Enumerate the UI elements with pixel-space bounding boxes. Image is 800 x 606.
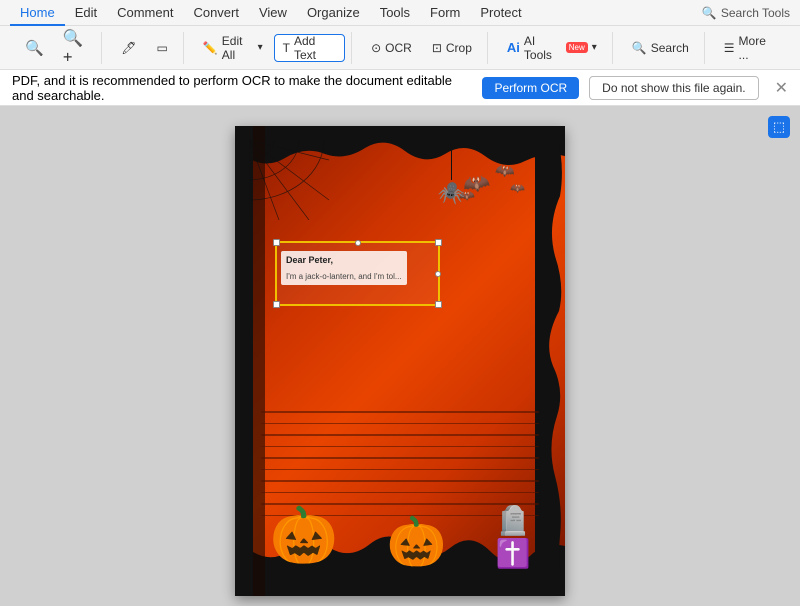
notification-text: PDF, and it is recommended to perform OC… xyxy=(12,73,472,103)
ai-tools-button[interactable]: Ai AI Tools New ▾ xyxy=(498,34,606,62)
doc-line-2 xyxy=(261,423,539,425)
handle-tl[interactable] xyxy=(273,239,280,246)
menu-item-comment[interactable]: Comment xyxy=(107,0,183,26)
more-group: ☰ More ... xyxy=(709,32,790,64)
annotation-group: 🖊 ▭ xyxy=(106,32,184,64)
doc-line-6 xyxy=(261,469,539,471)
menu-item-tools[interactable]: Tools xyxy=(370,0,420,26)
document-text-area[interactable]: Dear Peter, I'm a jack-o-lantern, and I'… xyxy=(281,251,407,285)
more-icon: ☰ xyxy=(724,41,735,55)
zoom-out-button[interactable]: 🔍 xyxy=(16,34,53,62)
search-tools-icon: 🔍 xyxy=(702,6,717,20)
grave-area: 🪦 ✝️ xyxy=(496,504,531,570)
zoom-out-icon: 🔍 xyxy=(25,39,44,57)
handle-tr[interactable] xyxy=(435,239,442,246)
doc-line-8 xyxy=(261,492,539,494)
main-content: ⬚ xyxy=(0,106,800,606)
doc-line-4 xyxy=(261,446,539,448)
doc-line-7 xyxy=(261,480,539,482)
ocr-icon: ⊙ xyxy=(371,41,381,55)
document-view: 🦇 🦇 🦇 🦇 🕷️ Dear Peter, I'm a jack-o-lant… xyxy=(235,126,565,596)
new-badge: New xyxy=(566,42,588,53)
crop-icon: ⊡ xyxy=(432,41,442,55)
cross-icon: ✝️ xyxy=(496,537,531,570)
text-line1: Dear Peter, xyxy=(286,254,402,267)
ai-tools-label: AI Tools xyxy=(524,34,560,62)
handle-tc[interactable] xyxy=(355,240,361,246)
doc-line-5 xyxy=(261,457,539,459)
ocr-button[interactable]: ⊙ OCR xyxy=(362,34,421,62)
menu-item-edit[interactable]: Edit xyxy=(65,0,107,26)
search-group: 🔍 Search xyxy=(617,32,705,64)
add-text-label: Add Text xyxy=(294,34,336,62)
add-text-button[interactable]: T Add Text xyxy=(274,34,345,62)
ai-icon: Ai xyxy=(507,40,520,55)
doc-line-1 xyxy=(261,411,539,413)
more-button[interactable]: ☰ More ... xyxy=(715,34,784,62)
ocr-group: ⊙ OCR ⊡ Crop xyxy=(356,32,488,64)
handle-rc[interactable] xyxy=(435,271,441,277)
notification-bar: PDF, and it is recommended to perform OC… xyxy=(0,70,800,106)
menu-item-convert[interactable]: Convert xyxy=(183,0,249,26)
search-label: Search xyxy=(651,41,689,55)
rect-icon: ▭ xyxy=(157,41,168,55)
panel-toggle-button[interactable]: ⬚ xyxy=(768,116,790,138)
notification-close-button[interactable]: ✕ xyxy=(775,78,788,98)
edit-icon: ✏️ xyxy=(203,41,218,55)
rect-button[interactable]: ▭ xyxy=(148,34,177,62)
search-tools-area[interactable]: 🔍 Search Tools xyxy=(702,6,790,20)
search-button[interactable]: 🔍 Search xyxy=(623,34,698,62)
grave-icon: 🪦 xyxy=(496,504,531,537)
menu-bar: Home Edit Comment Convert View Organize … xyxy=(0,0,800,26)
menu-item-form[interactable]: Form xyxy=(420,0,470,26)
edit-all-button[interactable]: ✏️ Edit All ▾ xyxy=(194,34,272,62)
toolbar: 🔍 🔍+ 🖊 ▭ ✏️ Edit All ▾ T Add Text ⊙ OCR … xyxy=(0,26,800,70)
more-label: More ... xyxy=(739,34,775,62)
search-tools-label: Search Tools xyxy=(721,6,790,20)
zoom-in-button[interactable]: 🔍+ xyxy=(55,34,96,62)
zoom-group: 🔍 🔍+ xyxy=(10,32,102,64)
handle-bl[interactable] xyxy=(273,301,280,308)
spider-decoration: 🕷️ xyxy=(438,140,465,206)
pumpkin-left: 🎃 xyxy=(269,503,337,568)
dont-show-button[interactable]: Do not show this file again. xyxy=(589,76,758,100)
document-lines xyxy=(261,411,539,516)
doc-line-3 xyxy=(261,434,539,436)
crop-button[interactable]: ⊡ Crop xyxy=(423,34,481,62)
text-line2: I'm a jack-o-lantern, and I'm tol... xyxy=(286,271,402,282)
perform-ocr-button[interactable]: Perform OCR xyxy=(482,77,579,99)
menu-item-view[interactable]: View xyxy=(249,0,297,26)
spider-body-icon: 🕷️ xyxy=(438,180,465,206)
search-icon: 🔍 xyxy=(632,41,647,55)
spiderweb-decoration xyxy=(249,140,339,220)
highlight-button[interactable]: 🖊 xyxy=(112,34,145,62)
zoom-in-icon: 🔍+ xyxy=(63,28,88,67)
spider-thread xyxy=(451,140,452,180)
menu-item-home[interactable]: Home xyxy=(10,0,65,26)
edit-dropdown-icon: ▾ xyxy=(258,42,263,53)
handle-br[interactable] xyxy=(435,301,442,308)
ocr-label: OCR xyxy=(385,41,412,55)
pumpkins-decoration: 🎃 🎃 🪦 ✝️ xyxy=(235,503,565,582)
add-text-icon: T xyxy=(283,41,290,55)
highlight-icon: 🖊 xyxy=(121,41,136,55)
ai-group: Ai AI Tools New ▾ xyxy=(492,32,613,64)
pumpkin-center: 🎃 xyxy=(387,513,447,570)
ai-dropdown-icon: ▾ xyxy=(592,42,597,53)
menu-item-organize[interactable]: Organize xyxy=(297,0,370,26)
edit-all-label: Edit All xyxy=(222,34,254,62)
edit-group: ✏️ Edit All ▾ T Add Text xyxy=(188,32,352,64)
crop-label: Crop xyxy=(446,41,472,55)
menu-item-protect[interactable]: Protect xyxy=(470,0,531,26)
